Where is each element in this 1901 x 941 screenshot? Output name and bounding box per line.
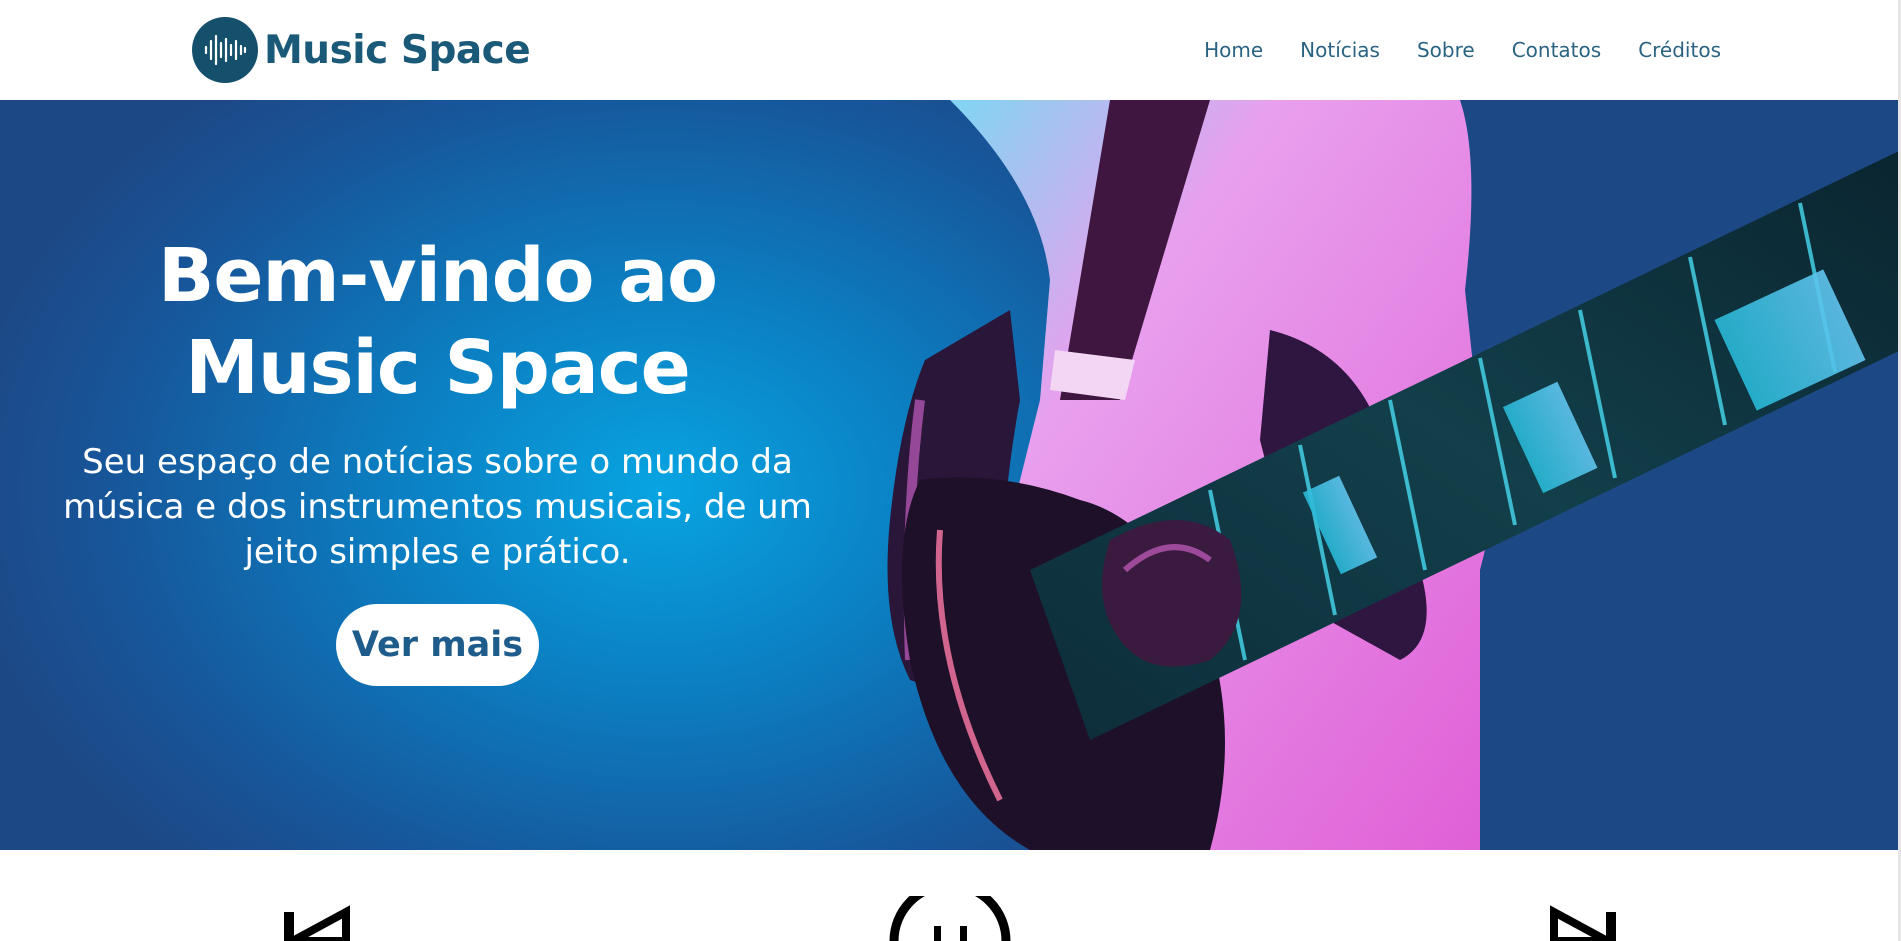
brand-name: Music Space (264, 27, 531, 73)
skip-back-icon (284, 905, 350, 941)
hero-text: Bem-vindo ao Music Space Seu espaço de n… (20, 230, 855, 575)
guitarist-photo (887, 100, 1901, 850)
nav-creditos[interactable]: Créditos (1638, 38, 1721, 62)
site-header: Music Space Home Notícias Sobre Contatos… (0, 0, 1901, 100)
nav-contatos[interactable]: Contatos (1512, 38, 1601, 62)
hero-title: Bem-vindo ao Music Space (20, 230, 855, 414)
brand-link[interactable]: Music Space (192, 16, 531, 84)
hero-section: Bem-vindo ao Music Space Seu espaço de n… (0, 100, 1901, 850)
ver-mais-button[interactable]: Ver mais (336, 604, 539, 686)
face-icon (889, 896, 1011, 941)
main-nav: Home Notícias Sobre Contatos Créditos (1204, 38, 1721, 62)
nav-sobre[interactable]: Sobre (1417, 38, 1475, 62)
skip-forward-icon (1550, 905, 1616, 941)
hero-subtitle: Seu espaço de notícias sobre o mundo da … (63, 442, 812, 572)
nav-noticias[interactable]: Notícias (1300, 38, 1380, 62)
sound-wave-icon (192, 17, 258, 83)
nav-home[interactable]: Home (1204, 38, 1263, 62)
features-section (0, 850, 1901, 941)
hero-title-line1: Bem-vindo ao (157, 233, 718, 319)
hero-title-line2: Music Space (185, 325, 691, 411)
